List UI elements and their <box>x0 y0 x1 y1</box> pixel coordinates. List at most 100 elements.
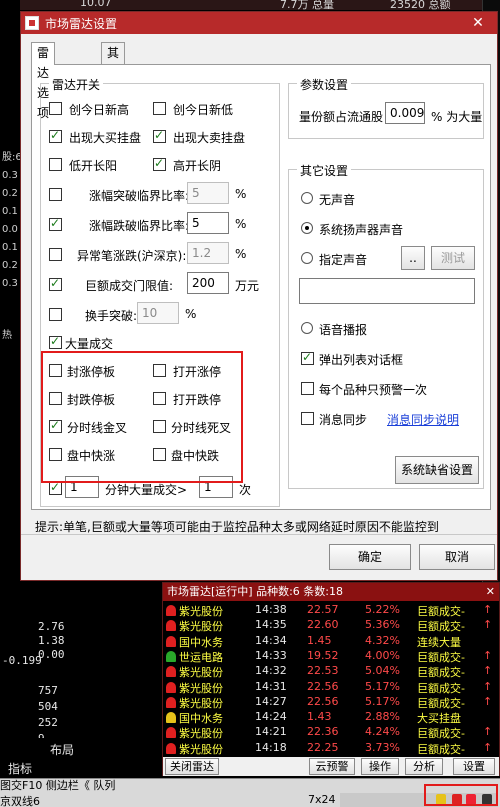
bell-icon <box>166 650 176 662</box>
radar-row[interactable]: 国中水务 14:34 1.45 4.32% 连续大量 <box>163 634 499 649</box>
arrow-icon: ↑ <box>483 694 493 708</box>
alert-pct: 5.17% <box>365 694 400 708</box>
cancel-button[interactable]: 取消 <box>419 544 495 570</box>
abnormal-checkbox[interactable] <box>49 248 62 261</box>
arrow-icon: ↑ <box>483 618 493 632</box>
alert-time: 14:21 <box>255 725 287 739</box>
stock-name: 紫光股份 <box>179 681 223 695</box>
big-sell-checkbox[interactable] <box>153 128 166 143</box>
stock-name: 国中水务 <box>179 635 223 649</box>
bottom-tabs[interactable]: 图交F10 侧边栏《 队列 <box>0 777 115 793</box>
alert-time: 14:27 <box>255 694 287 708</box>
params-title: 参数设置 <box>297 76 352 93</box>
indicator-label[interactable]: 指标 <box>8 760 32 777</box>
alert-price: 22.57 <box>307 603 339 616</box>
new-high-checkbox[interactable] <box>49 102 62 115</box>
radar-row[interactable]: 国中水务 14:24 1.43 2.88% 大买挂盘 <box>163 710 499 725</box>
alert-pct: 3.73% <box>365 740 400 754</box>
rise-break-input[interactable]: 5 <box>187 182 229 204</box>
status-7x24[interactable]: 7x24 <box>308 793 336 806</box>
low-open-yang-checkbox[interactable] <box>49 158 62 171</box>
cloud-alert-button[interactable]: 云预警 <box>309 758 355 775</box>
no-sound-radio[interactable] <box>301 192 313 204</box>
close-radar-button[interactable]: 关闭雷达 <box>165 758 219 775</box>
turnover-checkbox[interactable] <box>49 308 62 321</box>
radar-row[interactable]: 紫光股份 14:18 22.25 3.73% 巨额成交- ↑ <box>163 741 499 756</box>
hint-text: 提示:单笔,巨额或大量等项可能由于监控品种太多或网络延时原因不能监控到 <box>35 520 439 534</box>
bell-icon <box>166 635 176 647</box>
alert-price: 22.53 <box>307 664 339 678</box>
fall-break-input[interactable]: 5 <box>187 212 229 234</box>
alert-signal: 巨额成交- <box>417 650 465 664</box>
alert-price: 19.52 <box>307 648 339 662</box>
abnormal-input[interactable]: 1.2 <box>187 242 229 264</box>
test-button[interactable]: 测试 <box>431 246 475 270</box>
tab-panel: 雷达开关 创今日新高 创今日新低 出现大买挂盘 出现大卖挂盘 低开长阳 高开长阴… <box>31 64 491 510</box>
arrow-icon: ↑ <box>483 603 493 616</box>
alert-signal: 巨额成交- <box>417 742 465 756</box>
params-label: 量份额占流通股 <box>299 110 384 124</box>
radar-list-close-icon[interactable]: ✕ <box>486 583 495 601</box>
alert-time: 14:18 <box>255 740 287 754</box>
big-deal-input[interactable]: 200 <box>187 272 229 294</box>
popup-checkbox[interactable] <box>301 350 314 365</box>
radar-row[interactable]: 紫光股份 14:35 22.60 5.36% 巨额成交- ↑ <box>163 618 499 633</box>
alert-signal: 巨额成交- <box>417 605 465 618</box>
layout-label[interactable]: 布局 <box>50 741 74 758</box>
turnover-input[interactable]: 10 <box>137 302 179 324</box>
alert-signal: 巨额成交- <box>417 681 465 695</box>
high-open-yin-checkbox[interactable] <box>153 156 166 171</box>
close-icon[interactable]: ✕ <box>463 14 493 32</box>
radar-row[interactable]: 紫光股份 14:31 22.56 5.17% 巨额成交- ↑ <box>163 680 499 695</box>
other-settings-group: 其它设置 无声音 系统扬声器声音 指定声音 .. 测试 语音播报 弹出列表对话框… <box>288 162 484 489</box>
custom-sound-radio[interactable] <box>301 252 313 264</box>
msg-sync-checkbox[interactable] <box>301 412 314 425</box>
tab-radar-options[interactable]: 雷达选项 <box>31 42 56 120</box>
arrow-icon: ↑ <box>483 725 493 739</box>
sync-help-link[interactable]: 消息同步说明 <box>387 411 459 428</box>
radar-row[interactable]: 紫光股份 14:21 22.36 4.24% 巨额成交- ↑ <box>163 725 499 740</box>
browse-button[interactable]: .. <box>401 246 425 270</box>
every-alert-checkbox[interactable] <box>301 382 314 395</box>
alert-price: 1.43 <box>307 710 332 724</box>
system-sound-radio[interactable] <box>301 222 313 234</box>
new-low-checkbox[interactable] <box>153 102 166 115</box>
default-settings-button[interactable]: 系统缺省设置 <box>395 456 479 484</box>
other-settings-title: 其它设置 <box>297 162 352 179</box>
alert-signal: 连续大量 <box>417 635 461 649</box>
bell-icon <box>166 681 176 693</box>
big-buy-checkbox[interactable] <box>49 128 62 143</box>
operate-button[interactable]: 操作 <box>361 758 399 775</box>
arrow-icon: ↑ <box>483 648 493 662</box>
radar-row[interactable]: 世运电路 14:33 19.52 4.00% 巨额成交- ↑ <box>163 649 499 664</box>
params-group: 参数设置 量份额占流通股 0.009 % 为大量 <box>288 76 484 139</box>
alert-pct: 2.88% <box>365 710 400 724</box>
params-value-input[interactable]: 0.009 <box>385 102 425 124</box>
big-deal-checkbox[interactable] <box>49 276 62 291</box>
bell-icon <box>166 727 176 739</box>
fall-break-checkbox[interactable] <box>49 216 62 231</box>
alert-time: 14:33 <box>255 648 287 662</box>
settings-button[interactable]: 设置 <box>453 758 495 775</box>
alert-time: 14:34 <box>255 633 287 647</box>
radar-row[interactable]: 紫光股份 14:38 22.57 5.22% 巨额成交- ↑ <box>163 603 499 618</box>
bell-icon <box>166 742 176 754</box>
stock-name: 紫光股份 <box>179 666 223 680</box>
radar-row[interactable]: 紫光股份 14:27 22.56 5.17% 巨额成交- ↑ <box>163 695 499 710</box>
radar-row[interactable]: 紫光股份 14:32 22.53 5.04% 巨额成交- ↑ <box>163 664 499 679</box>
stock-name: 紫光股份 <box>179 742 223 756</box>
arrow-icon: ↑ <box>483 664 493 678</box>
voice-radio[interactable] <box>301 322 313 334</box>
ok-button[interactable]: 确定 <box>329 544 411 570</box>
left-axis: 股:6 0.3 0.2 0.1 0.0 0.1 0.2 0.3 热 <box>0 0 22 807</box>
rise-break-checkbox[interactable] <box>49 188 62 201</box>
sound-path-input[interactable] <box>299 278 475 304</box>
big-volume-checkbox[interactable] <box>49 334 62 349</box>
alert-pct: 4.00% <box>365 648 400 662</box>
minutes-volume-checkbox[interactable] <box>49 480 62 495</box>
bell-icon <box>166 620 176 632</box>
tab-other-settings[interactable]: 其它设置 <box>101 42 126 120</box>
stock-name: 国中水务 <box>179 712 223 726</box>
stock-name: 紫光股份 <box>179 605 223 618</box>
analyze-button[interactable]: 分析 <box>405 758 443 775</box>
